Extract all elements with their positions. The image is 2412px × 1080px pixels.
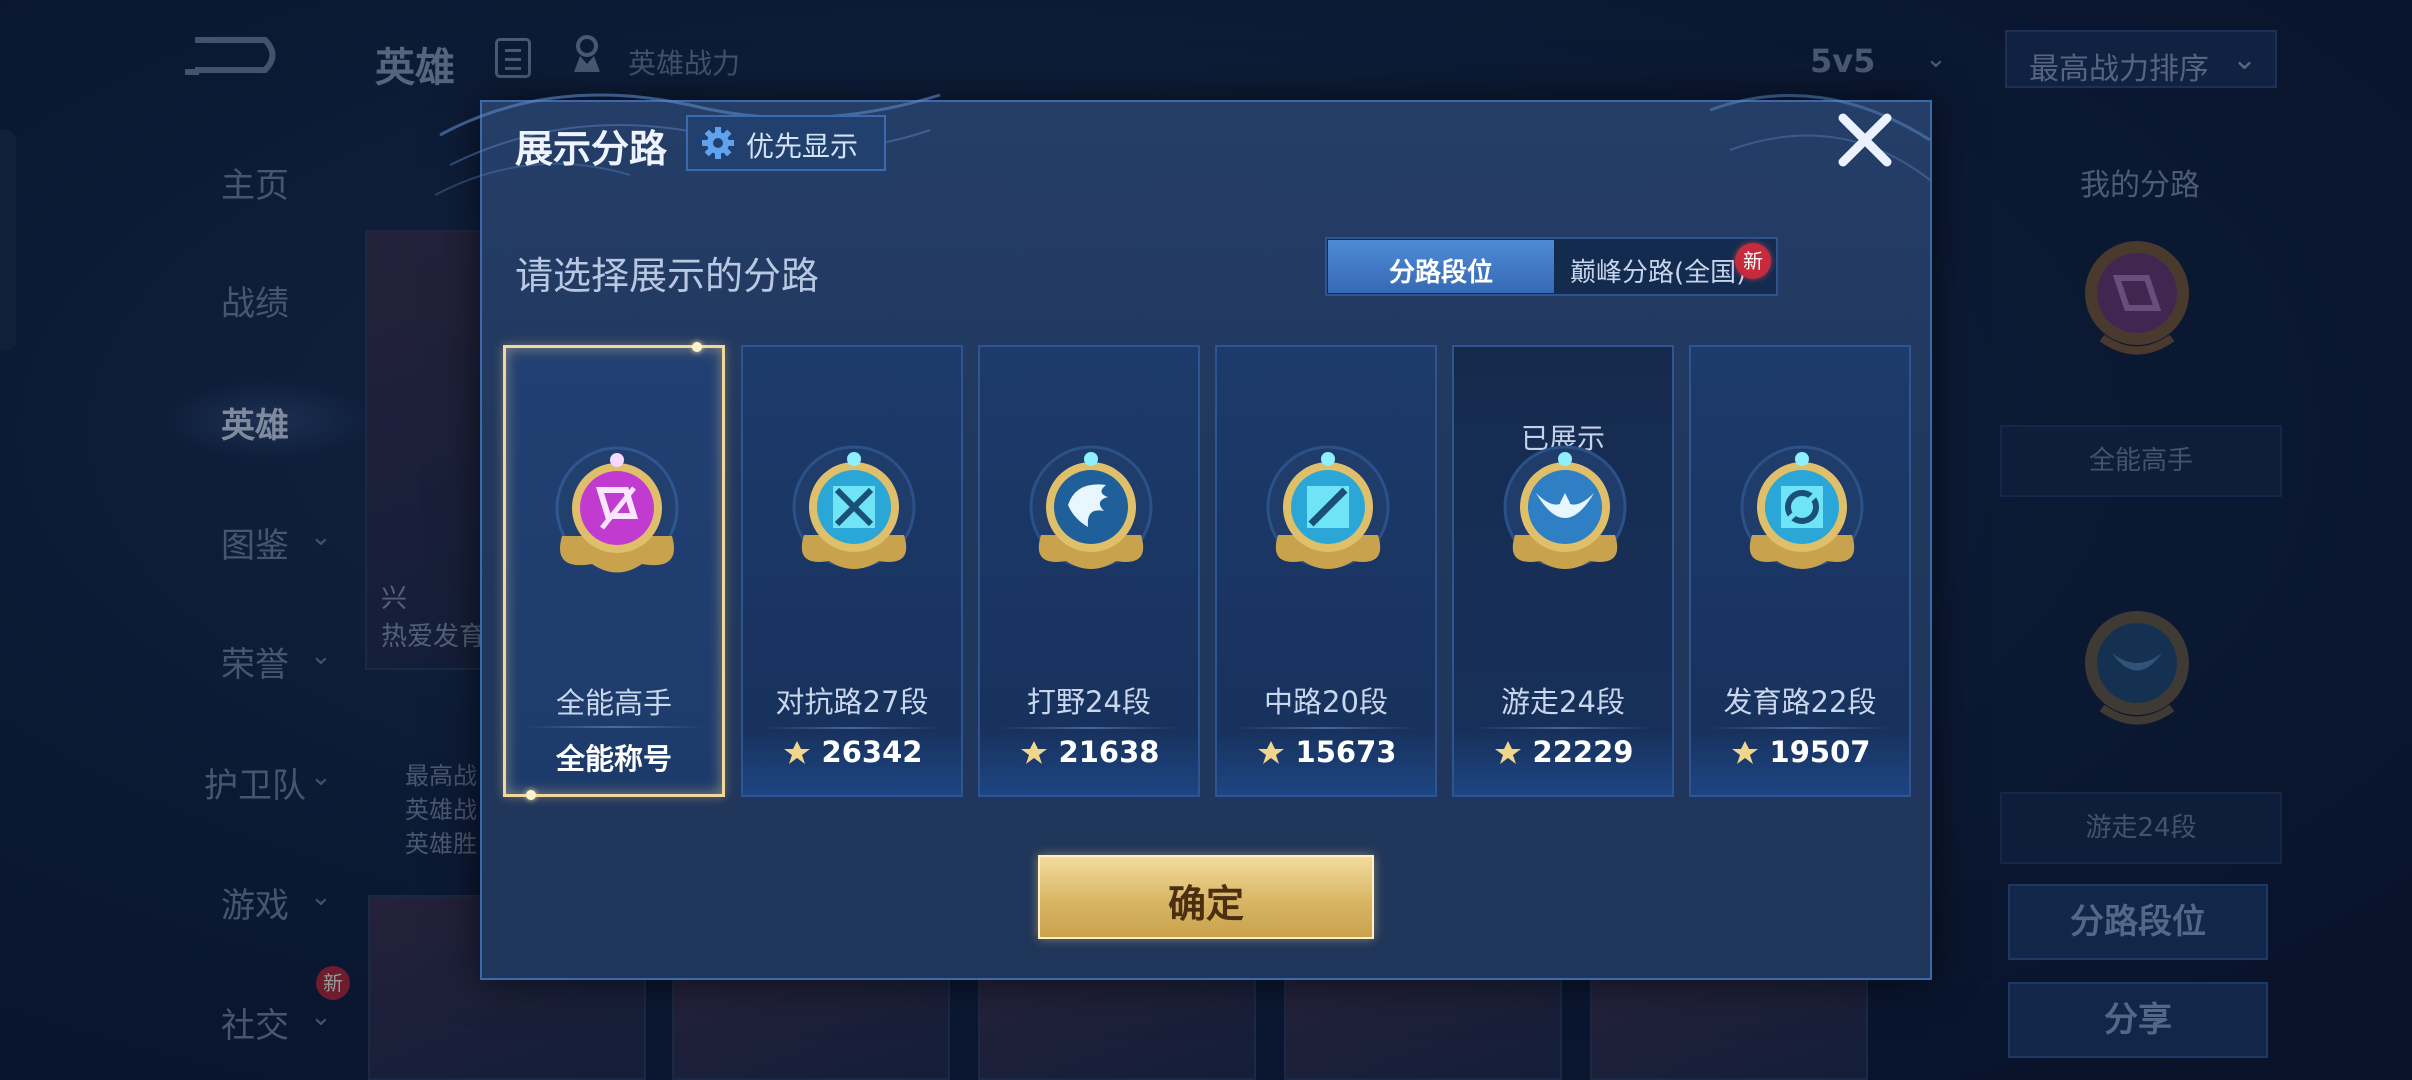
- lane-card-farm[interactable]: 发育路22段 19507: [1689, 345, 1911, 797]
- roam-emblem-icon: [1503, 445, 1627, 569]
- allround-emblem-icon: [555, 446, 679, 573]
- lane-rank-label: 中路20段: [1264, 685, 1388, 719]
- clash-lane-emblem-icon: [792, 445, 916, 569]
- power-score-icon: [783, 741, 810, 764]
- lane-card-roam[interactable]: 已展示 游走24段 22229: [1452, 345, 1674, 797]
- close-icon[interactable]: [1835, 110, 1895, 170]
- lane-card-allround[interactable]: 全能高手 全能称号: [503, 342, 725, 800]
- mid-lane-emblem-icon: [1266, 445, 1390, 569]
- lane-score: 全能称号: [555, 742, 672, 776]
- lane-score-value: 21638: [1058, 735, 1160, 769]
- lane-rank-label: 对抗路27段: [775, 685, 929, 719]
- lane-card-jungle[interactable]: 打野24段 21638: [978, 345, 1200, 797]
- lane-score-value: 26342: [821, 735, 923, 769]
- select-prompt: 请选择展示的分路: [515, 254, 820, 298]
- lane-score: 21638: [980, 735, 1198, 769]
- farm-lane-emblem-icon: [1740, 445, 1864, 569]
- lane-score-value: 19507: [1769, 735, 1871, 769]
- tab-peak-lane[interactable]: 巅峰分路(全国): [1570, 252, 1746, 289]
- lane-score: 26342: [743, 735, 961, 769]
- lane-score-value: 15673: [1295, 735, 1397, 769]
- lane-score: 15673: [1217, 735, 1435, 769]
- tab-lane-rank-label: 分路段位: [1388, 258, 1493, 288]
- lane-score: 19507: [1691, 735, 1909, 769]
- decorative-swirl: [1709, 93, 1931, 181]
- lane-rank-label: 发育路22段: [1723, 685, 1877, 719]
- lane-rank-label: 游走24段: [1501, 685, 1625, 719]
- lane-score: 22229: [1454, 735, 1672, 769]
- confirm-button-label: 确定: [1167, 882, 1244, 926]
- lane-card-clash[interactable]: 对抗路27段 26342: [741, 345, 963, 797]
- priority-display-label: 优先显示: [746, 130, 859, 163]
- new-badge: 新: [1735, 243, 1771, 279]
- lane-rank-label: 打野24段: [1027, 685, 1151, 719]
- power-score-icon: [1731, 741, 1758, 764]
- power-score-icon: [1257, 741, 1284, 764]
- power-score-icon: [1494, 741, 1521, 764]
- jungle-emblem-icon: [1029, 445, 1153, 569]
- lane-card-mid[interactable]: 中路20段 15673: [1215, 345, 1437, 797]
- dialog-title: 展示分路: [515, 127, 668, 171]
- lane-rank-label: 全能高手: [555, 686, 672, 720]
- gear-icon: [702, 127, 734, 159]
- power-score-icon: [1020, 741, 1047, 764]
- lane-score-value: 22229: [1532, 735, 1634, 769]
